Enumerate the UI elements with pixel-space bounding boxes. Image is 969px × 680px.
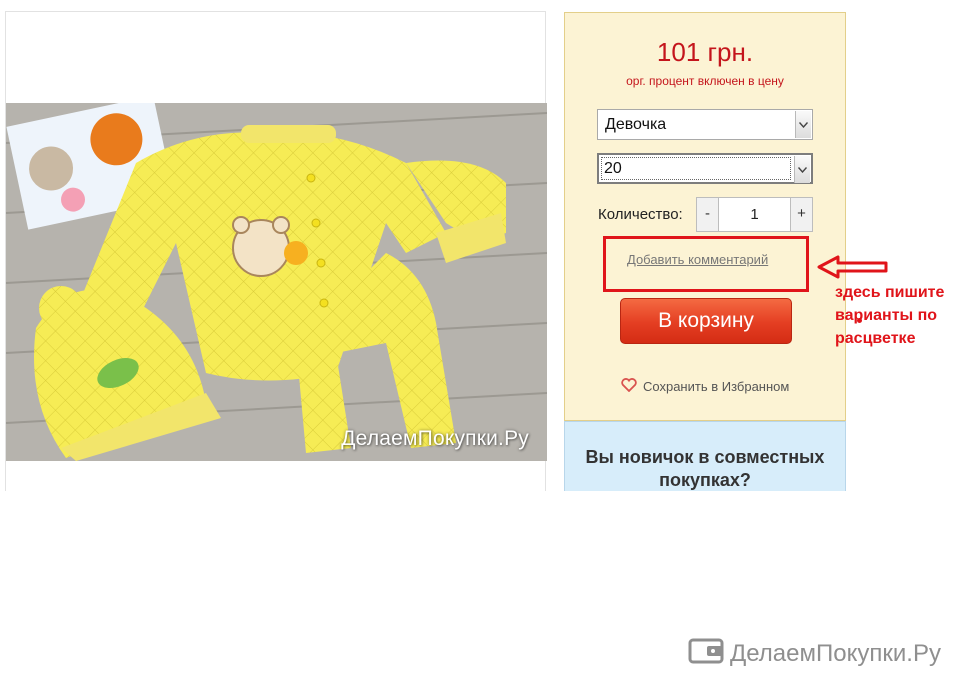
quantity-label: Количество: <box>598 206 683 223</box>
product-photo-illustration <box>6 103 547 461</box>
newcomer-title: Вы новичок в совместных покупках? <box>585 447 825 490</box>
quantity-plus-button[interactable]: + <box>790 198 812 231</box>
gender-select[interactable]: Девочка <box>597 109 813 140</box>
annotation-dot <box>857 318 862 323</box>
gender-select-value: Девочка <box>605 116 667 133</box>
footer-watermark-text: ДелаемПокупки.Ру <box>730 639 941 667</box>
photo-watermark: ДелаемПокупки.Ру <box>341 427 529 450</box>
size-select[interactable]: 20 <box>597 153 813 184</box>
newcomer-panel: Вы новичок в совместных покупках? <box>564 421 846 491</box>
price: 101 грн. <box>656 37 754 67</box>
save-favorites-label: Сохранить в Избранном <box>643 379 790 394</box>
size-select-value: 20 <box>604 160 622 177</box>
product-photo[interactable]: ДелаемПокупки.Ру <box>6 103 547 461</box>
wallet-icon <box>688 636 724 671</box>
chevron-down-icon[interactable] <box>795 111 811 138</box>
price-note: орг. процент включен в цену <box>626 74 784 88</box>
quantity-stepper: - 1 + <box>696 197 813 232</box>
annotation-text: здесь пишите варианты по расцветке <box>835 284 945 347</box>
footer-watermark: ДелаемПокупки.Ру <box>688 636 941 671</box>
product-image-panel: ДелаемПокупки.Ру <box>5 11 547 491</box>
order-panel: 101 грн. орг. процент включен в цену Дев… <box>564 12 846 421</box>
arrow-left-icon <box>817 255 888 279</box>
annotation-highlight <box>603 236 809 292</box>
heart-icon <box>621 378 637 395</box>
chevron-down-icon[interactable] <box>794 156 810 183</box>
focus-outline <box>601 157 791 180</box>
quantity-input[interactable]: 1 <box>719 198 790 231</box>
quantity-minus-button[interactable]: - <box>697 198 719 231</box>
save-favorites-link[interactable]: Сохранить в Избранном <box>621 378 789 395</box>
add-to-cart-button[interactable]: В корзину <box>620 298 792 344</box>
